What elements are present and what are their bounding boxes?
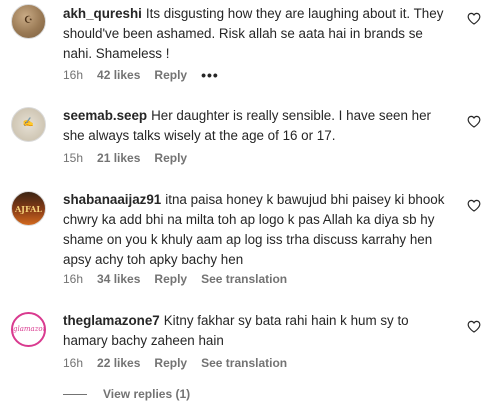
see-translation-link[interactable]: See translation [201,356,287,370]
heart-outline-icon[interactable] [467,12,481,25]
avatar[interactable]: ✍ [11,107,46,142]
view-replies-label: View replies (1) [103,387,191,401]
comment-body: shabanaaijaz91 itna paisa honey k bawujud… [63,190,453,270]
avatar-image-glyph: AJFAL [14,204,43,214]
comment-meta: 16h 34 likes Reply See translation [63,272,301,286]
comment-meta: 15h 21 likes Reply [63,151,201,165]
avatar[interactable]: glamazone [11,312,46,347]
avatar-image-glyph: glamazone [13,325,44,333]
heart-outline-icon[interactable] [467,115,481,128]
more-options-icon[interactable]: ••• [201,67,219,83]
comment-username[interactable]: seemab.seep [63,108,147,123]
avatar-image-glyph: ☪ [24,15,33,26]
reply-button[interactable]: Reply [154,272,187,286]
comment-time[interactable]: 16h [63,272,83,286]
reply-button[interactable]: Reply [154,68,187,82]
comment-username[interactable]: akh_qureshi [63,6,142,21]
comment-time[interactable]: 16h [63,356,83,370]
avatar[interactable]: ☪ [11,4,46,39]
view-replies-button[interactable]: View replies (1) [63,387,190,401]
comment-meta: 16h 42 likes Reply ••• [63,67,233,83]
heart-outline-icon[interactable] [467,199,481,212]
replies-divider-line [63,393,87,395]
comment-time[interactable]: 15h [63,151,83,165]
comment-likes[interactable]: 22 likes [97,356,140,370]
comment-body: seemab.seep Her daughter is really sensib… [63,106,453,146]
comment-username[interactable]: shabanaaijaz91 [63,192,161,207]
avatar-image-glyph: ✍ [22,118,35,128]
comment-username[interactable]: theglamazone7 [63,313,160,328]
comment-likes[interactable]: 21 likes [97,151,140,165]
comment-time[interactable]: 16h [63,68,83,82]
avatar[interactable]: AJFAL [11,191,46,226]
comment-body: akh_qureshi Its disgusting how they are l… [63,4,453,64]
see-translation-link[interactable]: See translation [201,272,287,286]
heart-outline-icon[interactable] [467,320,481,333]
comment-meta: 16h 22 likes Reply See translation [63,356,301,370]
reply-button[interactable]: Reply [154,356,187,370]
comment-body: theglamazone7 Kitny fakhar sy bata rahi h… [63,311,453,351]
comment-likes[interactable]: 34 likes [97,272,140,286]
reply-button[interactable]: Reply [154,151,187,165]
comment-likes[interactable]: 42 likes [97,68,140,82]
